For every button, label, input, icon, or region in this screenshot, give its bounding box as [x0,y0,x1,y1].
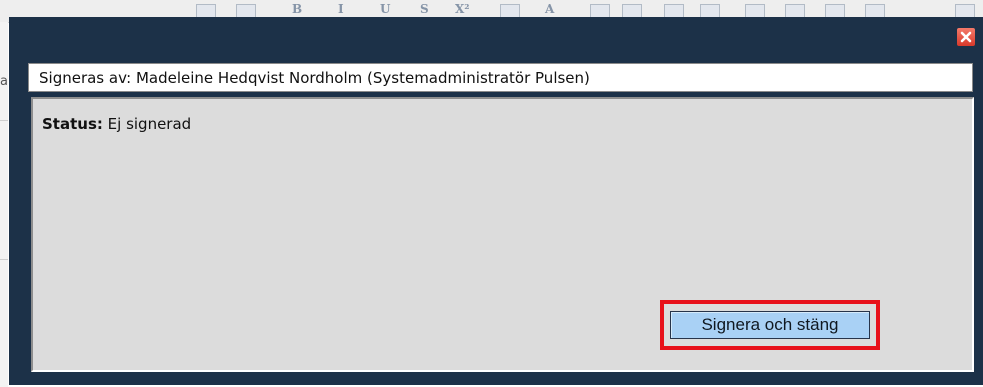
dialog-content-panel: Status: Ej signerad Signera och stäng [31,97,974,372]
signing-dialog: Signeras av: Madeleine Hedqvist Nordholm… [9,17,983,385]
bold-icon: B [292,2,303,16]
status-line: Status: Ej signerad [42,115,191,133]
text-color-icon: A [545,2,555,16]
status-label: Status: [42,115,103,133]
strikethrough-icon: S [420,2,429,16]
italic-icon: I [338,2,344,16]
editor-background-strip: a [0,22,8,387]
signed-by-field: Signeras av: Madeleine Hedqvist Nordholm… [28,63,973,92]
sign-and-close-button[interactable]: Signera och stäng [670,311,870,339]
divider [0,120,8,121]
underline-icon: U [380,2,391,16]
background-text-fragment: a [0,74,8,89]
close-icon [960,31,972,43]
superscript-icon: X² [455,2,470,16]
divider [0,259,8,260]
status-value: Ej signerad [107,115,192,133]
close-button[interactable] [957,28,975,46]
